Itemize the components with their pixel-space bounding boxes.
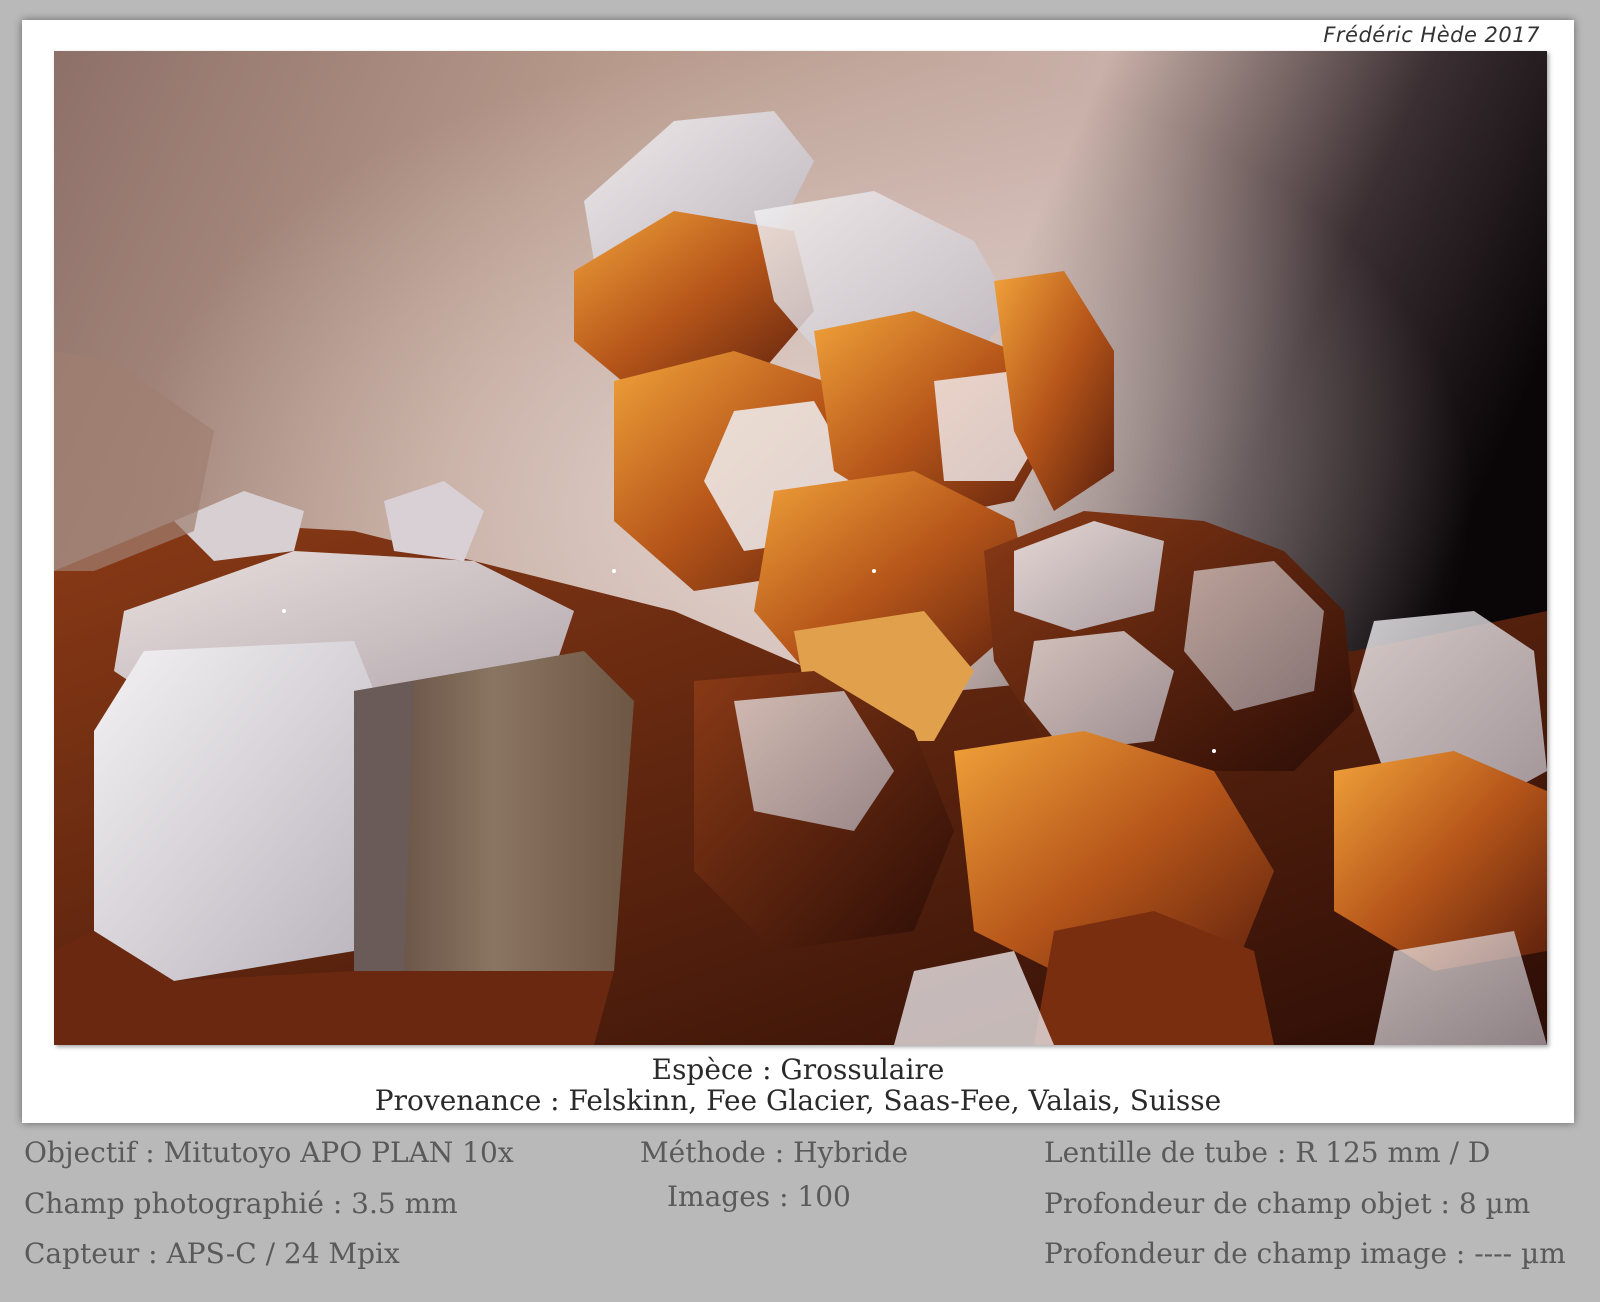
species-caption: Espèce : Grossulaire (651, 1053, 945, 1086)
origin-caption: Provenance : Felskinn, Fee Glacier, Saas… (374, 1084, 1222, 1117)
sensor-spec: Capteur : APS-C / 24 Mpix (24, 1237, 400, 1270)
tube-lens-spec: Lentille de tube : R 125 mm / D (1044, 1136, 1491, 1169)
objective-spec: Objectif : Mitutoyo APO PLAN 10x (24, 1136, 514, 1169)
method-spec: Méthode : Hybride (640, 1136, 909, 1169)
object-dof-spec: Profondeur de champ objet : 8 µm (1044, 1187, 1531, 1220)
mineral-photograph (54, 51, 1547, 1045)
photographer-credit: Frédéric Hède 2017 (1323, 23, 1540, 47)
field-spec: Champ photographié : 3.5 mm (24, 1187, 458, 1220)
image-dof-spec: Profondeur de champ image : ---- µm (1044, 1237, 1566, 1270)
images-spec: Images : 100 (667, 1180, 851, 1213)
